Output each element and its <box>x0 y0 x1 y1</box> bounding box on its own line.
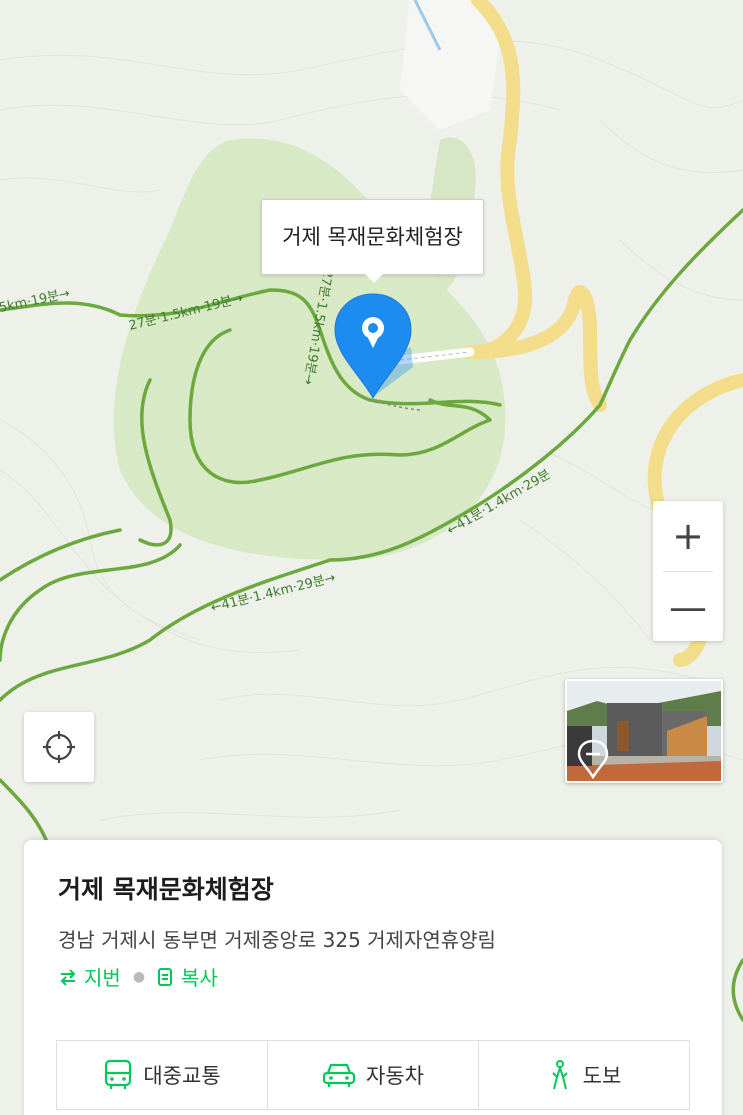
location-pin-icon[interactable] <box>333 292 413 402</box>
street-view-thumbnail[interactable] <box>565 679 723 783</box>
panorama-pin-icon <box>577 739 609 779</box>
public-transit-label: 대중교통 <box>143 1064 221 1088</box>
car-button[interactable]: 자동차 <box>268 1041 479 1109</box>
car-label: 자동차 <box>366 1064 424 1088</box>
car-icon <box>322 1063 356 1087</box>
jibun-toggle-button[interactable]: 지번 <box>58 962 121 991</box>
zoom-controls: + — <box>653 501 723 641</box>
separator-dot: ● <box>132 968 146 985</box>
bus-icon <box>105 1059 132 1089</box>
swap-arrows-icon <box>60 968 76 986</box>
my-location-button[interactable] <box>24 712 94 782</box>
copy-icon <box>158 967 173 986</box>
place-title[interactable]: 거제 목재문화체험장 <box>58 870 274 906</box>
place-callout[interactable]: 거제 목재문화체험장 <box>261 199 484 283</box>
zoom-in-button[interactable]: + <box>653 501 723 571</box>
public-transit-button[interactable]: 대중교통 <box>57 1041 268 1109</box>
walk-button[interactable]: 도보 <box>479 1041 689 1109</box>
jibun-label: 지번 <box>84 966 121 990</box>
crosshair-icon <box>43 731 75 763</box>
copy-button[interactable]: 복사 <box>157 962 218 991</box>
walk-label: 도보 <box>582 1064 622 1088</box>
pedestrian-icon <box>551 1060 568 1090</box>
address-actions: 지번 ● 복사 <box>58 962 218 991</box>
copy-label: 복사 <box>181 966 218 990</box>
zoom-out-button[interactable]: — <box>653 572 723 642</box>
place-callout-label: 거제 목재문화체험장 <box>282 225 463 249</box>
place-address: 경남 거제시 동부면 거제중앙로 325 거제자연휴양림 <box>58 928 496 952</box>
place-info-card: 거제 목재문화체험장 경남 거제시 동부면 거제중앙로 325 거제자연휴양림 … <box>24 840 722 1115</box>
transport-mode-bar: 대중교통 자동차 도보 <box>56 1040 690 1110</box>
